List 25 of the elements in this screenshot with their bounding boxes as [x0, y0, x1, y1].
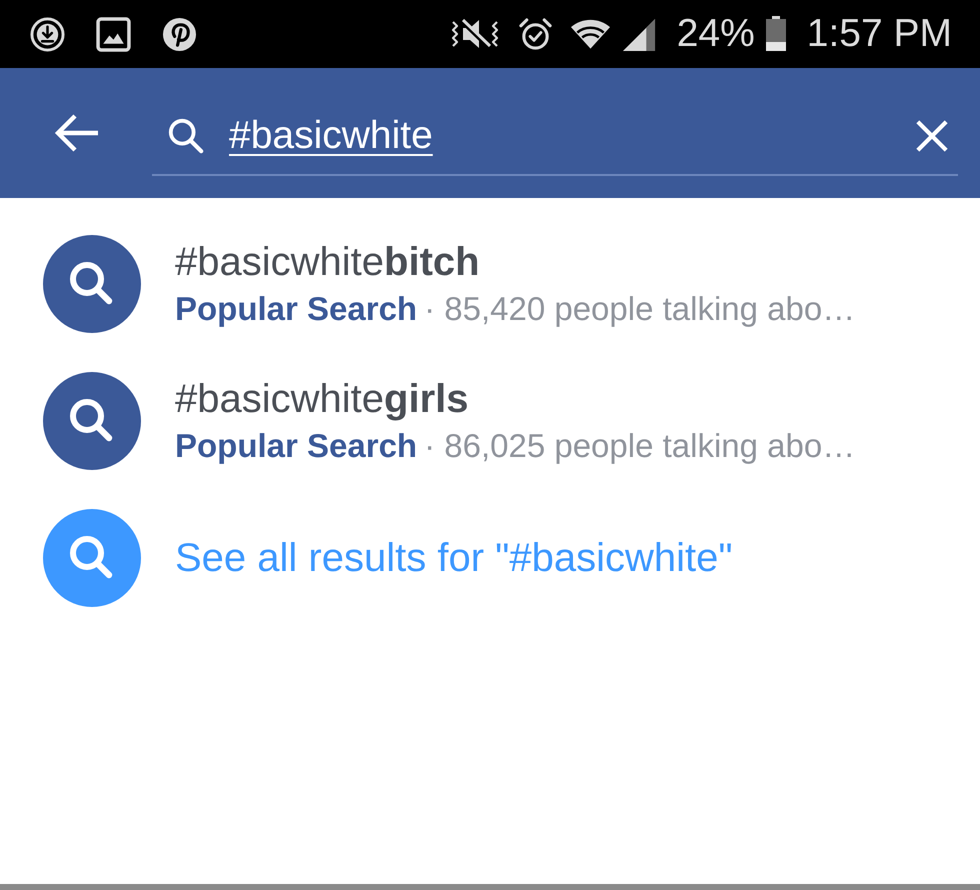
image-icon: [96, 16, 131, 52]
wifi-icon: [570, 18, 611, 50]
logo-icon: [162, 16, 197, 52]
talking-count: · 85,420 people talking abo…: [424, 289, 856, 329]
battery-icon: [764, 16, 787, 52]
battery-percent: 24%: [676, 11, 755, 57]
see-all-link-text: See all results for "#basicwhite": [175, 535, 733, 582]
search-suggestion-row[interactable]: #basicwhitegirls Popular Search · 86,025 people talking abo…: [43, 372, 980, 470]
search-icon: [43, 372, 141, 470]
alarm-clock-icon: [518, 16, 553, 52]
category-label: Popular Search: [175, 289, 418, 329]
clock-time: 1:57 PM: [806, 11, 952, 57]
talking-count: · 86,025 people talking abo…: [424, 426, 856, 466]
search-icon: [43, 509, 141, 607]
search-icon: [43, 235, 141, 333]
suggestion-title: #basicwhitebitch: [175, 239, 481, 286]
search-input[interactable]: #basicwhite: [229, 108, 906, 164]
back-arrow-icon: [54, 113, 100, 153]
search-icon: [167, 117, 205, 155]
category-label: Popular Search: [175, 426, 418, 466]
signal-icon: [620, 16, 656, 52]
search-suggestion-row[interactable]: #basicwhitebitch Popular Search · 85,420 people talking abo…: [43, 235, 980, 333]
suggestion-title: #basicwhitegirls: [175, 376, 470, 423]
download-icon: [30, 16, 65, 52]
close-icon: [915, 119, 949, 153]
